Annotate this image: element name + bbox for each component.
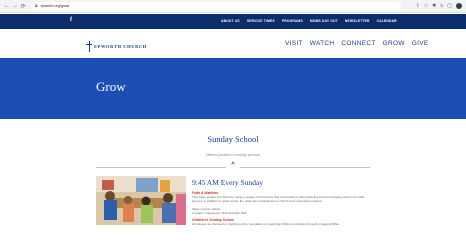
site-logo[interactable]: EPWORTH CHURCH (86, 41, 147, 52)
divider-left (96, 167, 226, 168)
back-icon[interactable]: ← (3, 3, 11, 9)
classroom-image (96, 176, 186, 225)
cross-icon (86, 41, 92, 52)
browser-actions: ⇪ ☆ ✱ ≡ ▢ (415, 3, 462, 9)
extensions-icon[interactable]: ✱ (432, 3, 436, 9)
site-header: EPWORTH CHURCH VISIT WATCH CONNECT GROW … (0, 29, 466, 58)
reload-icon[interactable]: ⟳ (19, 3, 27, 10)
facebook-icon[interactable]: f (70, 17, 72, 23)
bookmark-star-icon[interactable]: ☆ (424, 3, 428, 9)
nav-visit[interactable]: VISIT (285, 40, 303, 47)
section-subtitle: Offered parallel to worship services (205, 153, 261, 157)
main-nav: VISIT WATCH CONNECT GROW GIVE (285, 40, 429, 47)
profile-avatar[interactable] (456, 3, 462, 9)
menu-icon[interactable]: ≡ (440, 3, 443, 9)
link-about-us[interactable]: ABOUT US (221, 19, 240, 23)
sunday-school-photo (96, 176, 186, 225)
logo-text: EPWORTH CHURCH (94, 44, 147, 49)
utility-links: ABOUT US SERVICE TIMES PROGRAMS MOMS DAY… (221, 19, 397, 23)
share-icon[interactable]: ⇪ (415, 3, 419, 9)
nav-watch[interactable]: WATCH (310, 40, 335, 47)
class-description: This class studies the Word by using a v… (192, 195, 365, 204)
nav-grow[interactable]: GROW (383, 40, 405, 47)
hero-banner: Grow (0, 58, 466, 119)
divider-right (240, 167, 370, 168)
childrens-class-description: All classes are focused on building a fi… (192, 222, 340, 227)
divider-ornament-icon: ^ (231, 162, 235, 168)
section-title: Sunday School (207, 134, 259, 144)
browser-toolbar: ← → ⟳ 🔒︎ epworth.org/grow/ ⇪ ☆ ✱ ≡ ▢ (0, 0, 466, 13)
class-details: 9:45 AM Every Sunday Faith & Matthew Thi… (192, 178, 372, 226)
link-newsletter[interactable]: NEWSLETTER (345, 19, 370, 23)
lock-icon: 🔒︎ (35, 3, 38, 9)
page-title: Grow (96, 79, 126, 94)
link-service-times[interactable]: SERVICE TIMES (247, 19, 275, 23)
link-moms-day-out[interactable]: MOMS DAY OUT (310, 19, 338, 23)
link-calendar[interactable]: CALENDAR (377, 19, 397, 23)
url-text: epworth.org/grow/ (40, 4, 70, 8)
address-bar[interactable]: 🔒︎ epworth.org/grow/ (31, 1, 401, 11)
nav-give[interactable]: GIVE (412, 40, 429, 47)
top-utility-nav: f ABOUT US SERVICE TIMES PROGRAMS MOMS D… (0, 14, 466, 29)
sidebar-icon[interactable]: ▢ (447, 3, 452, 9)
forward-icon[interactable]: → (11, 3, 19, 9)
link-programs[interactable]: PROGRAMS (282, 19, 303, 23)
class-time-title: 9:45 AM Every Sunday (192, 178, 264, 187)
nav-connect[interactable]: CONNECT (341, 40, 375, 47)
